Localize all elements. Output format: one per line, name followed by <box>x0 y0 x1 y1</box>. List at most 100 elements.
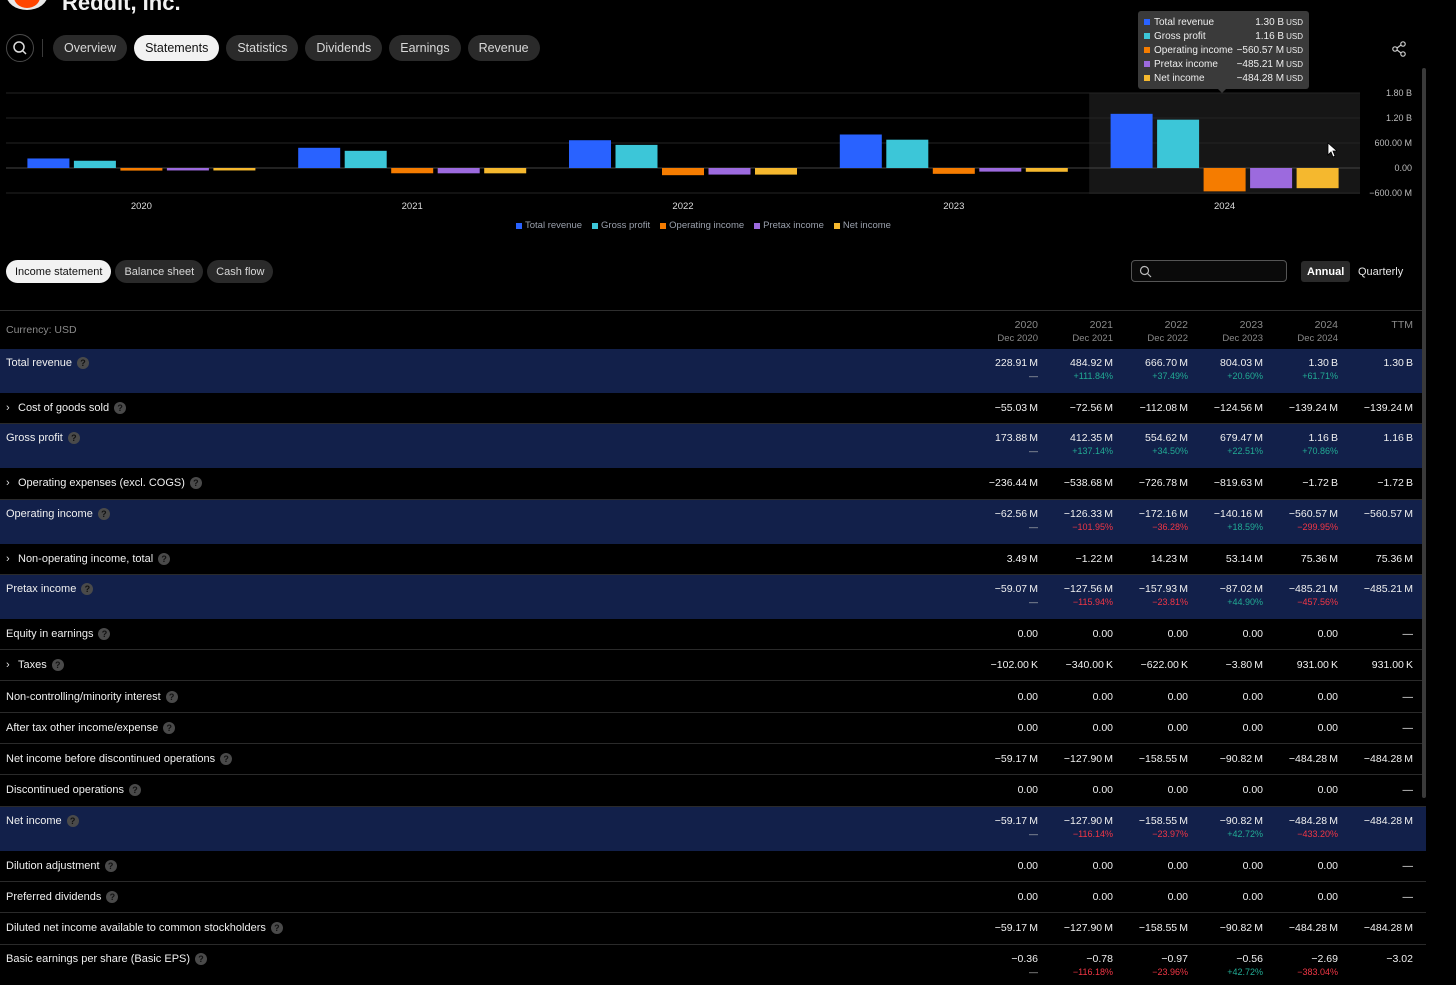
cell-value: −59.17 M <box>994 922 1038 935</box>
chevron-right-icon[interactable]: › <box>6 659 18 671</box>
tab-income-statement[interactable]: Income statement <box>6 260 112 283</box>
table-cell: 679.47 M +22.51% <box>1193 431 1263 458</box>
row-label-text: Discontinued operations <box>6 784 125 797</box>
help-icon[interactable]: ? <box>220 753 233 766</box>
legend-item-total-revenue[interactable]: Total revenue <box>516 220 582 231</box>
table-row[interactable]: › Cost of goods sold? −55.03 M −72.56 M −112… <box>0 393 1426 425</box>
legend-item-operating-income[interactable]: Operating income <box>660 220 744 231</box>
legend-item-gross-profit[interactable]: Gross profit <box>592 220 650 231</box>
annual-toggle[interactable]: Annual <box>1301 261 1351 282</box>
help-icon[interactable]: ? <box>114 402 127 414</box>
legend-item-net-income[interactable]: Net income <box>833 220 891 231</box>
company-logo <box>6 0 48 10</box>
cell-value: 931.00 K <box>1296 659 1338 672</box>
cell-value: 0.00 <box>1167 721 1188 734</box>
table-cell: −484.28 M <box>1343 752 1413 766</box>
table-row[interactable]: After tax other income/expense? 0.00 0.00 0… <box>0 713 1426 745</box>
legend-item-pretax-income[interactable]: Pretax income <box>754 220 824 231</box>
tab-revenue[interactable]: Revenue <box>467 35 540 61</box>
help-icon[interactable]: ? <box>67 432 80 445</box>
tab-cash-flow[interactable]: Cash flow <box>207 260 274 283</box>
help-icon[interactable]: ? <box>195 952 208 965</box>
table-row[interactable]: Total revenue? 228.91 M — 484.92 M +111.84% 6… <box>0 349 1426 393</box>
cell-value: −172.16 M <box>1138 507 1188 520</box>
legend-swatch <box>754 222 761 229</box>
help-icon[interactable]: ? <box>163 721 176 734</box>
share-icon[interactable] <box>1390 40 1408 58</box>
tooltip-currency: USD <box>1286 17 1303 27</box>
table-row[interactable]: Discontinued operations? 0.00 0.00 0.00 0.00… <box>0 775 1426 807</box>
help-icon[interactable]: ? <box>165 690 178 703</box>
tab-balance-sheet[interactable]: Balance sheet <box>115 260 204 283</box>
row-label: Equity in earnings? <box>6 627 111 640</box>
chevron-right-icon[interactable]: › <box>6 477 18 489</box>
help-icon[interactable]: ? <box>106 891 119 903</box>
table-cell: −560.57 M −299.95% <box>1268 507 1338 534</box>
table-cell: 0.00 <box>1043 783 1113 797</box>
tab-overview[interactable]: Overview <box>53 35 128 61</box>
row-label: Discontinued operations? <box>6 784 142 797</box>
help-icon[interactable]: ? <box>129 784 142 797</box>
table-row[interactable]: Pretax income? −59.07 M — −127.56 M −115.94%… <box>0 574 1426 619</box>
nav-divider <box>42 39 43 57</box>
help-icon[interactable]: ? <box>158 552 171 565</box>
tooltip-swatch <box>1144 47 1150 53</box>
tab-statements[interactable]: Statements <box>134 35 220 61</box>
help-icon[interactable]: ? <box>77 357 90 369</box>
tab-earnings[interactable]: Earnings <box>389 35 461 61</box>
cell-change: −36.28% <box>1152 521 1188 532</box>
table-row[interactable]: Equity in earnings? 0.00 0.00 0.00 0.00 0.00 — <box>0 619 1426 651</box>
cell-value: −1.72 B <box>1377 477 1413 490</box>
help-icon[interactable]: ? <box>98 627 111 640</box>
table-cell: 0.00 <box>968 690 1038 704</box>
table-cell: 0.00 <box>1043 859 1113 873</box>
table-search-input[interactable] <box>1131 260 1287 282</box>
tab-statistics[interactable]: Statistics <box>226 35 299 61</box>
bar-pretax-income-2024 <box>1250 168 1293 189</box>
table-cell: 931.00 K <box>1268 658 1338 672</box>
table-cell: −1.22 M <box>1043 552 1113 566</box>
table-row[interactable]: Operating income? −62.56 M — −126.33 M −101.… <box>0 499 1426 544</box>
table-row[interactable]: Preferred dividends? 0.00 0.00 0.00 0.00 0.00… <box>0 882 1426 914</box>
table-row[interactable]: Net income before discontinued operation… <box>0 744 1426 776</box>
cell-change: −116.18% <box>1072 966 1113 977</box>
chevron-right-icon[interactable]: › <box>6 553 18 565</box>
table-row[interactable]: Gross profit? 173.88 M —412.35 M +137.14% 55… <box>0 424 1426 469</box>
cell-change: −433.20% <box>1297 828 1338 839</box>
quarterly-toggle[interactable]: Quarterly <box>1352 261 1409 282</box>
cell-value: −87.02 M <box>1219 582 1263 595</box>
table-row[interactable]: Non-controlling/minority interest? 0.00 0.… <box>0 682 1426 713</box>
table-row[interactable]: Net income? −59.17 M — −127.90 M −116.14% −15… <box>0 806 1426 851</box>
help-icon[interactable]: ? <box>270 922 283 935</box>
bar-net-income-2021 <box>484 168 527 174</box>
table-cell: −139.24 M <box>1343 401 1413 415</box>
column-header-2021: 2021 Dec 2021 <box>1043 319 1113 345</box>
table-cell: −484.28 M <box>1343 921 1413 935</box>
tooltip-currency: USD <box>1286 73 1303 83</box>
table-row[interactable]: Diluted net income available to common s… <box>0 913 1426 945</box>
row-label-text: Equity in earnings <box>6 627 94 640</box>
help-icon[interactable]: ? <box>97 507 110 520</box>
table-row[interactable]: Dilution adjustment? 0.00 0.00 0.00 0.00 0.00… <box>0 851 1426 882</box>
scrollbar[interactable] <box>1422 68 1426 798</box>
table-cell: 0.00 <box>1118 859 1188 873</box>
financials-bar-chart[interactable]: 1.80 B 1.20 B 600.00 M 0.00 −600.00 M 2020 202… <box>0 84 1420 216</box>
table-row[interactable]: › Operating expenses (excl. COGS)? −236.44… <box>0 468 1426 500</box>
table-row[interactable]: › Non-operating income, total? 3.49 M −1.22… <box>0 544 1426 575</box>
help-icon[interactable]: ? <box>66 814 79 827</box>
chevron-right-icon[interactable]: › <box>6 402 18 414</box>
table-row[interactable]: Basic earnings per share (Basic EPS)? −0.… <box>0 945 1426 985</box>
y-tick-label: 1.20 B <box>1386 113 1412 123</box>
tab-dividends[interactable]: Dividends <box>305 35 383 61</box>
legend-swatch <box>516 222 522 229</box>
help-icon[interactable]: ? <box>104 859 117 872</box>
column-date: Dec 2020 <box>997 333 1038 344</box>
cell-value: — <box>1402 721 1414 734</box>
help-icon[interactable]: ? <box>189 477 202 490</box>
search-button[interactable] <box>6 34 34 62</box>
table-cell: 0.00 <box>1268 783 1338 797</box>
help-icon[interactable]: ? <box>81 582 94 595</box>
table-cell: −2.69 −383.04% <box>1268 952 1338 979</box>
table-row[interactable]: › Taxes? −102.00 K −340.00 K −622.00 K −3.80 … <box>0 650 1426 682</box>
help-icon[interactable]: ? <box>51 659 64 672</box>
